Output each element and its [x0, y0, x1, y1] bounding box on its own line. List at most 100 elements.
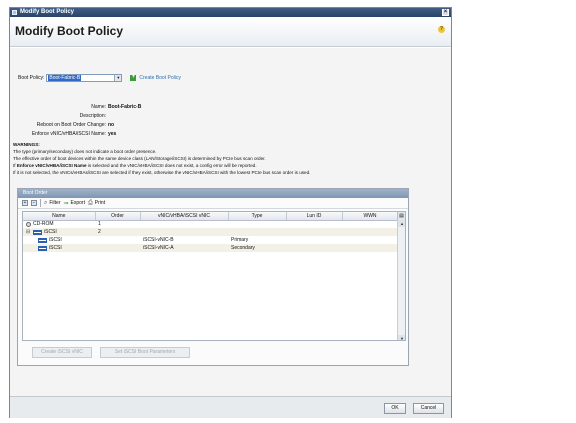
cell-wwn: [342, 228, 398, 236]
scroll-up-icon[interactable]: ▲: [398, 220, 405, 227]
cell-type: [228, 220, 286, 228]
property-key: Enforce vNIC/vHBA/iSCSI Name:: [31, 131, 106, 137]
cell-order: 2: [95, 228, 140, 236]
warning-bold-text: Enforce vNIC/vHBA/iSCSI Name: [16, 163, 87, 168]
cell-lun-id: [286, 220, 342, 228]
boot-order-panel-title: Boot Order: [18, 189, 408, 198]
column-header-vnic[interactable]: vNIC/vHBA/iSCSI vNIC: [140, 212, 229, 221]
iscsi-icon: [38, 237, 47, 243]
cd-rom-icon: [26, 221, 31, 227]
create-boot-policy-link[interactable]: + Create Boot Policy: [130, 74, 181, 81]
property-value: no: [108, 122, 115, 128]
cell-name: iSCSI: [23, 244, 95, 252]
table-row[interactable]: CD-ROM 1: [23, 220, 398, 228]
property-description: Description:: [10, 113, 451, 121]
cell-wwn: [342, 244, 398, 252]
table-row[interactable]: ⊟ iSCSI 2: [23, 228, 398, 236]
cell-type: Primary: [231, 237, 249, 243]
dialog-content: Boot Policy: Boot-Fabric-B ▼ + Create Bo…: [10, 48, 451, 396]
tree-collapse-icon[interactable]: ⊟: [26, 229, 31, 235]
column-header-order[interactable]: Order: [95, 212, 141, 221]
create-boot-policy-label: Create Boot Policy: [139, 75, 181, 81]
boot-order-table: Name Order vNIC/vHBA/iSCSI vNIC Type Lun…: [22, 211, 406, 341]
column-header-name[interactable]: Name: [23, 212, 96, 221]
warning-text: is selected and the vNIC/vHBA/iSCSI does…: [86, 163, 257, 168]
cell-name: CD-ROM: [23, 220, 95, 228]
property-key: Name:: [91, 104, 106, 110]
filter-button[interactable]: ⌕ Filter: [44, 200, 61, 207]
chevron-down-icon[interactable]: ▼: [114, 75, 122, 81]
column-header-wwn[interactable]: WWN: [342, 212, 399, 221]
property-reboot-on-change: Reboot on Boot Order Change: no: [10, 122, 451, 130]
filter-label: Filter: [49, 200, 61, 206]
app-icon: [12, 10, 17, 15]
boot-policy-row: Boot Policy: Boot-Fabric-B ▼ + Create Bo…: [18, 73, 181, 83]
boot-policy-label: Boot Policy:: [18, 75, 45, 81]
warning-line: The type (primary/secondary) does not in…: [13, 149, 157, 154]
cell-order: [95, 244, 140, 252]
cell-vnic: [140, 220, 228, 228]
window-title: Modify Boot Policy: [20, 9, 74, 15]
column-header-lun-id[interactable]: Lun ID: [286, 212, 343, 221]
warnings-block: WARNINGS: The type (primary/secondary) d…: [13, 141, 445, 176]
print-button[interactable]: ⎙ Print: [88, 200, 105, 207]
boot-policy-select[interactable]: Boot-Fabric-B ▼: [46, 74, 123, 82]
filter-icon: ⌕: [44, 199, 48, 206]
export-button[interactable]: ⇒ Export: [64, 200, 85, 207]
row-name: iSCSI: [49, 245, 62, 251]
set-iscsi-boot-parameters-button[interactable]: Set iSCSI Boot Parameters: [100, 347, 190, 358]
property-value: yes: [108, 131, 117, 137]
boot-order-panel: Boot Order + − ⌕ Filter ⇒ Export ⎙ Print: [17, 188, 409, 366]
printer-icon: ⎙: [87, 199, 93, 206]
cell-wwn: [342, 220, 398, 228]
warning-line: If Enforce vNIC/vHBA/iSCSI Name is selec…: [13, 162, 445, 169]
expand-all-icon[interactable]: +: [22, 200, 28, 206]
property-key: Reboot on Boot Order Change:: [36, 122, 106, 128]
cell-vnic: iSCSI-vNIC-A: [140, 244, 228, 252]
plus-icon: +: [130, 74, 137, 81]
warning-line: The effective order of boot devices with…: [13, 156, 266, 161]
cell-wwn: [342, 236, 398, 244]
boot-order-toolbar: + − ⌕ Filter ⇒ Export ⎙ Print: [18, 198, 408, 209]
cell-type: Secondary: [228, 244, 286, 252]
print-label: Print: [94, 200, 106, 206]
column-chooser-icon[interactable]: ▤: [397, 212, 405, 220]
export-icon: ⇒: [63, 200, 69, 207]
cell-name: ⊟ iSCSI: [23, 228, 95, 236]
table-scrollbar[interactable]: ▲ ▼: [397, 220, 405, 340]
iscsi-icon: [38, 245, 47, 251]
cell-lun-id: [286, 228, 342, 236]
cell-order: 1: [98, 221, 101, 228]
cell-lun-id: [286, 244, 342, 252]
ok-button[interactable]: OK: [384, 403, 406, 414]
iscsi-icon: [33, 229, 42, 235]
row-name: iSCSI: [49, 237, 62, 243]
cancel-button[interactable]: Cancel: [413, 403, 444, 414]
dialog-footer: OK Cancel: [10, 396, 451, 418]
cell-type: [228, 228, 286, 236]
modify-boot-policy-window: Modify Boot Policy × Modify Boot Policy …: [9, 7, 452, 418]
cell-vnic: [140, 228, 228, 236]
window-title-bar[interactable]: Modify Boot Policy ×: [10, 8, 451, 17]
close-icon[interactable]: ×: [442, 9, 449, 16]
page-title: Modify Boot Policy: [15, 24, 123, 38]
cell-lun-id: [286, 236, 342, 244]
row-name: CD-ROM: [33, 221, 54, 228]
export-label: Export: [70, 200, 85, 206]
table-header-row: Name Order vNIC/vHBA/iSCSI vNIC Type Lun…: [23, 212, 399, 221]
cell-name: iSCSI: [23, 236, 95, 244]
help-icon[interactable]: ?: [438, 26, 445, 33]
property-enforce-name: Enforce vNIC/vHBA/iSCSI Name: yes: [10, 131, 451, 139]
row-name: iSCSI: [44, 229, 57, 235]
scroll-down-icon[interactable]: ▼: [398, 335, 405, 340]
toolbar-divider: [40, 199, 41, 207]
table-row[interactable]: iSCSI iSCSI-vNIC-A Secondary: [23, 244, 398, 252]
boot-policy-selected-value: Boot-Fabric-B: [48, 75, 82, 81]
property-value: Boot-Fabric-B: [108, 104, 142, 110]
collapse-all-icon[interactable]: −: [31, 200, 37, 206]
warnings-title: WARNINGS:: [13, 142, 40, 147]
property-name: Name: Boot-Fabric-B: [10, 104, 451, 112]
table-row[interactable]: iSCSI iSCSI-vNIC-B Primary: [23, 236, 398, 244]
column-header-type[interactable]: Type: [228, 212, 287, 221]
create-iscsi-vnic-button[interactable]: Create iSCSI vNIC: [32, 347, 92, 358]
